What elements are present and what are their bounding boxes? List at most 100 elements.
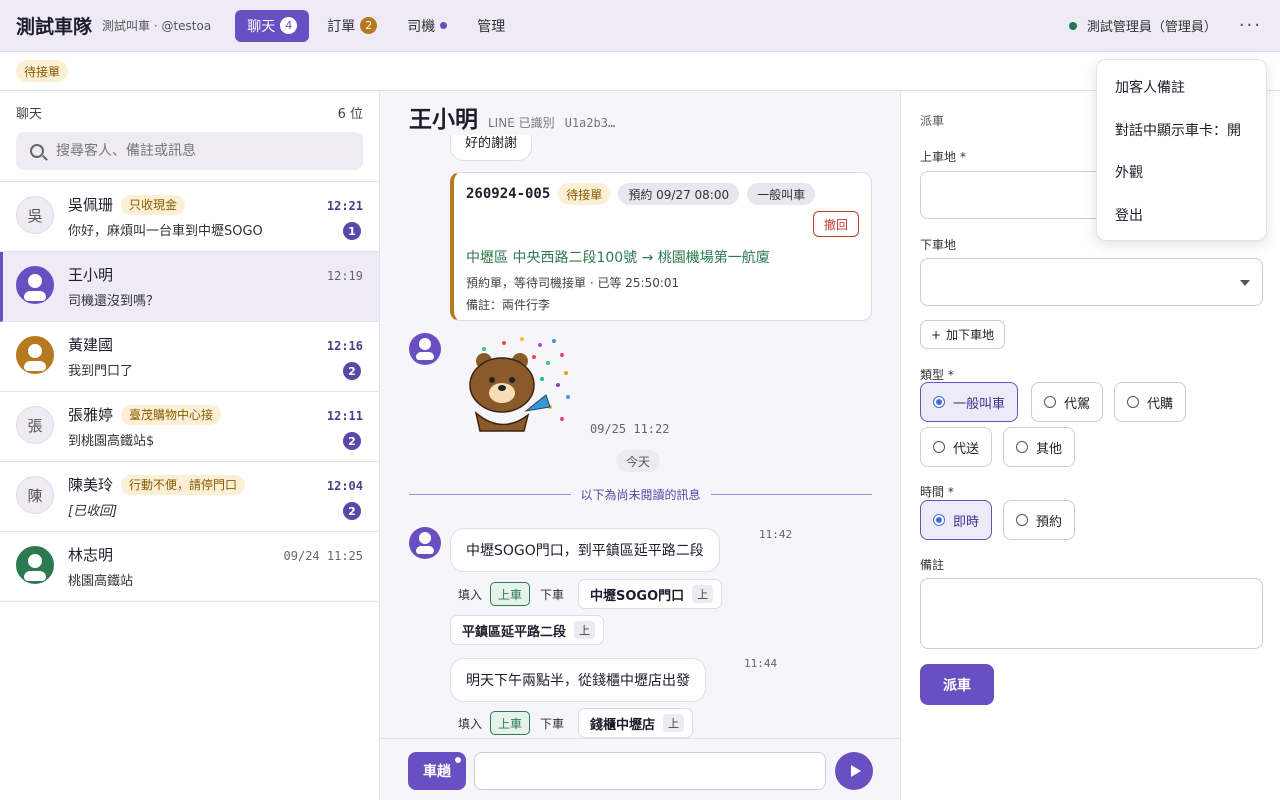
- customer-tag: 行動不便，請停門口: [121, 474, 246, 495]
- conversation-item[interactable]: 張 張雅婷 臺茂購物中心接 到桃園高鐵站$ 12:11 2: [0, 392, 379, 462]
- plus-icon: +: [931, 327, 942, 342]
- more-menu-icon[interactable]: ···: [1239, 15, 1262, 36]
- conversation-name: 張雅婷: [68, 406, 114, 424]
- notification-dot-icon: [455, 757, 461, 763]
- revoke-button[interactable]: 撤回: [812, 211, 859, 237]
- type-radio-general[interactable]: 一般叫車: [920, 382, 1019, 422]
- bear-sticker-image: [469, 337, 570, 432]
- conversation-name: 黃建國: [68, 336, 114, 354]
- order-type-badge: 一般叫車: [747, 183, 816, 205]
- fill-pickup-button[interactable]: 上車: [490, 582, 531, 606]
- note-label: 備註: [920, 558, 945, 572]
- car-trip-button[interactable]: 車趟: [408, 752, 466, 790]
- conversation-title: 聊天: [16, 107, 43, 122]
- pickup-label: 上車地 *: [920, 150, 966, 164]
- order-status-text: 預約單，等待司機接單 · 已等 25:50:01: [466, 276, 680, 290]
- orders-count-badge: 2: [360, 17, 378, 34]
- conversation-preview: 你好，麻煩叫一台車到中壢SOGO: [68, 224, 263, 239]
- send-button[interactable]: [835, 752, 873, 790]
- location-chip[interactable]: 錢櫃中壢店上: [578, 708, 694, 738]
- tab-admin[interactable]: 管理: [465, 10, 517, 42]
- conversation-preview: 我到門口了: [68, 364, 134, 379]
- order-id: 260924-005: [466, 186, 551, 202]
- message-input[interactable]: [474, 752, 826, 790]
- search-icon: [30, 144, 44, 158]
- conversation-header: 聊天 6 位: [0, 91, 379, 122]
- time-label: 時間 *: [920, 485, 954, 499]
- unread-badge: 1: [343, 222, 361, 240]
- conversation-name: 吳佩珊: [68, 196, 114, 214]
- note-textarea[interactable]: [920, 578, 1263, 649]
- conversation-list: 吳 吳佩珊 只收現金 你好，麻煩叫一台車到中壢SOGO 12:21 1 王小明 司…: [0, 181, 379, 602]
- conversation-time: 09/24 11:25: [283, 549, 363, 563]
- person-icon: [409, 333, 441, 365]
- time-radio-now[interactable]: 即時: [920, 500, 993, 540]
- dropoff-select[interactable]: [920, 258, 1263, 306]
- filter-chip-pending[interactable]: 待接單: [16, 60, 69, 82]
- tab-drivers[interactable]: 司機: [395, 10, 459, 42]
- customer-tag: 臺茂購物中心接: [121, 404, 222, 425]
- conversation-item[interactable]: 黃建國 我到門口了 12:16 2: [0, 322, 379, 392]
- menu-item-add-note[interactable]: 加客人備註: [1097, 66, 1266, 109]
- dropoff-label: 下車地: [920, 238, 957, 252]
- current-user-name: 測試管理員（管理員）: [1086, 20, 1217, 35]
- search-input[interactable]: [56, 143, 346, 159]
- brand-subtitle: 測試叫車 · @testoa: [102, 19, 212, 33]
- message-area[interactable]: 好的謝謝 260924-005 待接單 預約 09/27 08:00 一般叫車 …: [380, 135, 900, 738]
- conversation-preview: 桃園高鐵站: [68, 574, 134, 589]
- avatar: [16, 266, 54, 304]
- menu-item-appearance[interactable]: 外觀: [1097, 151, 1266, 194]
- user-area: 測試管理員（管理員） ···: [1068, 15, 1262, 36]
- customer-avatar: [409, 333, 441, 365]
- line-uid: U1a2b3…: [564, 116, 616, 130]
- customer-avatar: [409, 527, 441, 559]
- order-card: 260924-005 待接單 預約 09/27 08:00 一般叫車 撤回 中壢…: [450, 172, 872, 321]
- dispatch-button[interactable]: 派車: [920, 664, 994, 705]
- conversation-count: 6 位: [337, 107, 363, 122]
- menu-item-logout[interactable]: 登出: [1097, 194, 1266, 237]
- brand-title: 測試車隊: [16, 16, 93, 38]
- type-radio-delivery[interactable]: 代送: [920, 427, 993, 467]
- chat-header: 王小明 LINE 已識別 U1a2b3…: [380, 91, 900, 135]
- message-bubble: 中壢SOGO門口，到平鎮區延平路二段: [450, 528, 720, 572]
- type-radio-driver[interactable]: 代駕: [1031, 382, 1104, 422]
- avatar: 吳: [16, 196, 54, 234]
- conversation-time: 12:11: [326, 409, 363, 423]
- conversation-preview: [已收回]: [68, 504, 118, 519]
- add-dropoff-button[interactable]: + 加下車地: [920, 320, 1006, 349]
- conversation-time: 12:19: [326, 269, 363, 283]
- conversation-time: 12:04: [326, 479, 363, 493]
- time-radio-scheduled[interactable]: 預約: [1003, 500, 1076, 540]
- conversation-name: 陳美玲: [68, 476, 114, 494]
- send-icon: [850, 765, 861, 777]
- order-schedule-badge: 預約 09/27 08:00: [618, 183, 740, 205]
- type-radio-purchase[interactable]: 代購: [1114, 382, 1187, 422]
- line-status: LINE 已識別: [488, 116, 555, 130]
- tab-chat[interactable]: 聊天 4: [235, 9, 310, 42]
- tab-orders[interactable]: 訂單 2: [315, 10, 389, 42]
- conversation-item[interactable]: 林志明 桃園高鐵站 09/24 11:25: [0, 532, 379, 602]
- avatar: [16, 546, 54, 584]
- type-label: 類型 *: [920, 368, 954, 382]
- menu-item-toggle-car-card[interactable]: 對話中顯示車卡：開: [1097, 109, 1266, 152]
- person-icon: [17, 547, 53, 583]
- conversation-item[interactable]: 吳 吳佩珊 只收現金 你好，麻煩叫一台車到中壢SOGO 12:21 1: [0, 182, 379, 252]
- location-chip[interactable]: 中壢SOGO門口上: [578, 579, 723, 609]
- avatar: 陳: [16, 476, 54, 514]
- unread-divider: 以下為尚未閱讀的訊息: [409, 486, 873, 502]
- conversation-preview: 到桃園高鐵站$: [68, 434, 155, 449]
- message-bubble: 好的謝謝: [450, 135, 533, 161]
- conversation-preview: 司機還沒到嗎？: [68, 294, 160, 309]
- customer-tag: 只收現金: [121, 194, 186, 215]
- conversation-item-selected[interactable]: 王小明 司機還沒到嗎？ 12:19: [0, 252, 379, 322]
- location-chip[interactable]: 平鎮區延平路二段上: [450, 615, 605, 645]
- conversation-name: 林志明: [68, 546, 114, 564]
- unread-badge: 2: [343, 362, 361, 380]
- fill-pickup-button[interactable]: 上車: [490, 711, 531, 735]
- sticker-time: 09/25 11:22: [590, 422, 670, 436]
- conversation-item[interactable]: 陳 陳美玲 行動不便，請停門口 [已收回] 12:04 2: [0, 462, 379, 532]
- type-radio-other[interactable]: 其他: [1003, 427, 1076, 467]
- chat-customer-name: 王小明: [409, 106, 478, 133]
- fill-suggestion-row: 填入 上車 下車: [458, 711, 564, 735]
- unread-badge: 2: [343, 432, 361, 450]
